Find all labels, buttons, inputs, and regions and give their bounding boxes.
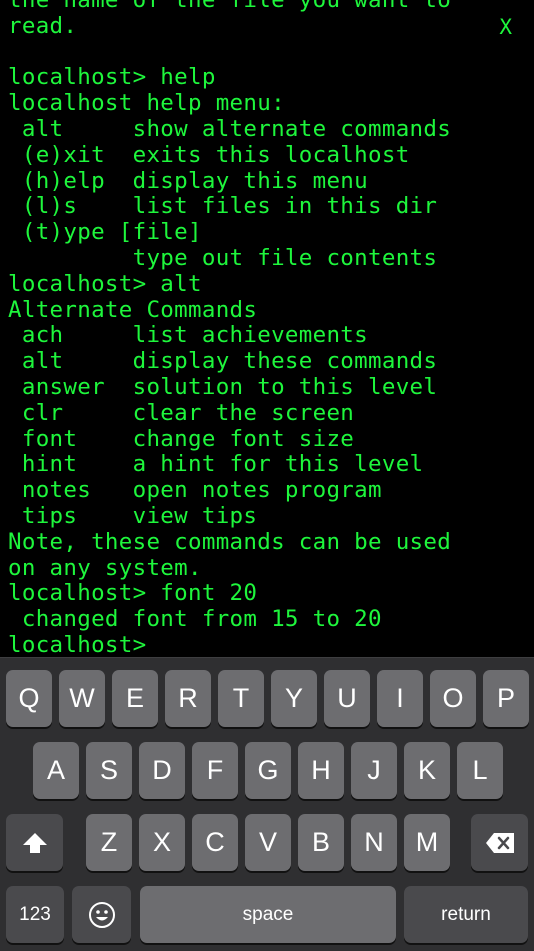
terminal-line: localhost> alt xyxy=(8,270,202,297)
terminal-line: type out file contents xyxy=(8,245,438,271)
key-e[interactable]: E xyxy=(112,670,158,727)
key-o[interactable]: O xyxy=(430,670,476,727)
numbers-key[interactable]: 123 xyxy=(6,886,64,943)
key-u[interactable]: U xyxy=(324,670,370,727)
key-y[interactable]: Y xyxy=(271,670,317,727)
key-p[interactable]: P xyxy=(483,670,529,727)
backspace-key[interactable] xyxy=(471,814,528,871)
backspace-icon xyxy=(485,832,514,853)
terminal-line: (t)ype [file] xyxy=(8,219,202,246)
key-b[interactable]: B xyxy=(298,814,344,871)
key-g[interactable]: G xyxy=(245,742,291,799)
return-key[interactable]: return xyxy=(404,886,528,943)
terminal-line: Alternate Commands xyxy=(8,296,258,323)
terminal-line: changed font from 15 to 20 xyxy=(8,606,382,633)
key-j[interactable]: J xyxy=(351,742,397,799)
terminal-line: localhost> help xyxy=(8,64,216,91)
terminal-line: localhost help menu: xyxy=(8,90,285,117)
key-h[interactable]: H xyxy=(298,742,344,799)
key-f[interactable]: F xyxy=(192,742,238,799)
key-s[interactable]: S xyxy=(86,742,132,799)
terminal-line: read. xyxy=(8,12,78,39)
onscreen-keyboard: QWERTYUIOP ASDFGHJKL ZXCVBNM 123 space ret… xyxy=(0,657,534,951)
terminal-line: (h)elp display this menu xyxy=(8,167,368,194)
key-r[interactable]: R xyxy=(165,670,211,727)
key-a[interactable]: A xyxy=(33,742,79,799)
terminal-line: notes open notes program xyxy=(8,477,382,504)
terminal-line: localhost> font 20 xyxy=(8,580,258,607)
key-k[interactable]: K xyxy=(404,742,450,799)
key-q[interactable]: Q xyxy=(6,670,52,727)
space-key[interactable]: space xyxy=(140,886,396,943)
terminal-line: tips view tips xyxy=(8,503,258,529)
terminal-line: font change font size xyxy=(8,425,355,452)
key-i[interactable]: I xyxy=(377,670,423,727)
terminal-line: the name of the file you want to xyxy=(8,0,452,13)
terminal-line: localhost> xyxy=(8,632,147,657)
shift-key[interactable] xyxy=(6,814,63,871)
terminal-line: alt display these commands xyxy=(8,348,438,375)
key-n[interactable]: N xyxy=(351,814,397,871)
key-w[interactable]: W xyxy=(59,670,105,727)
terminal-line: Note, these commands can be used xyxy=(8,528,452,555)
shift-arrow-icon xyxy=(22,832,47,853)
terminal-line: (l)s list files in this dir xyxy=(8,193,438,220)
terminal-screen[interactable]: the name of the file you want to read. loc… xyxy=(0,0,534,657)
key-t[interactable]: T xyxy=(218,670,264,727)
emoji-key[interactable] xyxy=(72,886,131,943)
terminal-line: answer solution to this level xyxy=(8,374,438,400)
close-button[interactable]: X xyxy=(499,15,512,39)
key-x[interactable]: X xyxy=(139,814,185,871)
terminal-line: clr clear the screen xyxy=(8,399,355,426)
emoji-icon xyxy=(88,901,115,928)
terminal-line: (e)xit exits this localhost xyxy=(8,141,410,168)
key-l[interactable]: L xyxy=(457,742,503,799)
key-c[interactable]: C xyxy=(192,814,238,871)
key-z[interactable]: Z xyxy=(86,814,132,871)
key-d[interactable]: D xyxy=(139,742,185,799)
terminal-line: alt show alternate commands xyxy=(8,116,452,142)
terminal-line: hint a hint for this level xyxy=(8,451,424,478)
key-m[interactable]: M xyxy=(404,814,450,871)
key-v[interactable]: V xyxy=(245,814,291,871)
terminal-line: on any system. xyxy=(8,554,202,581)
terminal-line: ach list achievements xyxy=(8,322,368,349)
